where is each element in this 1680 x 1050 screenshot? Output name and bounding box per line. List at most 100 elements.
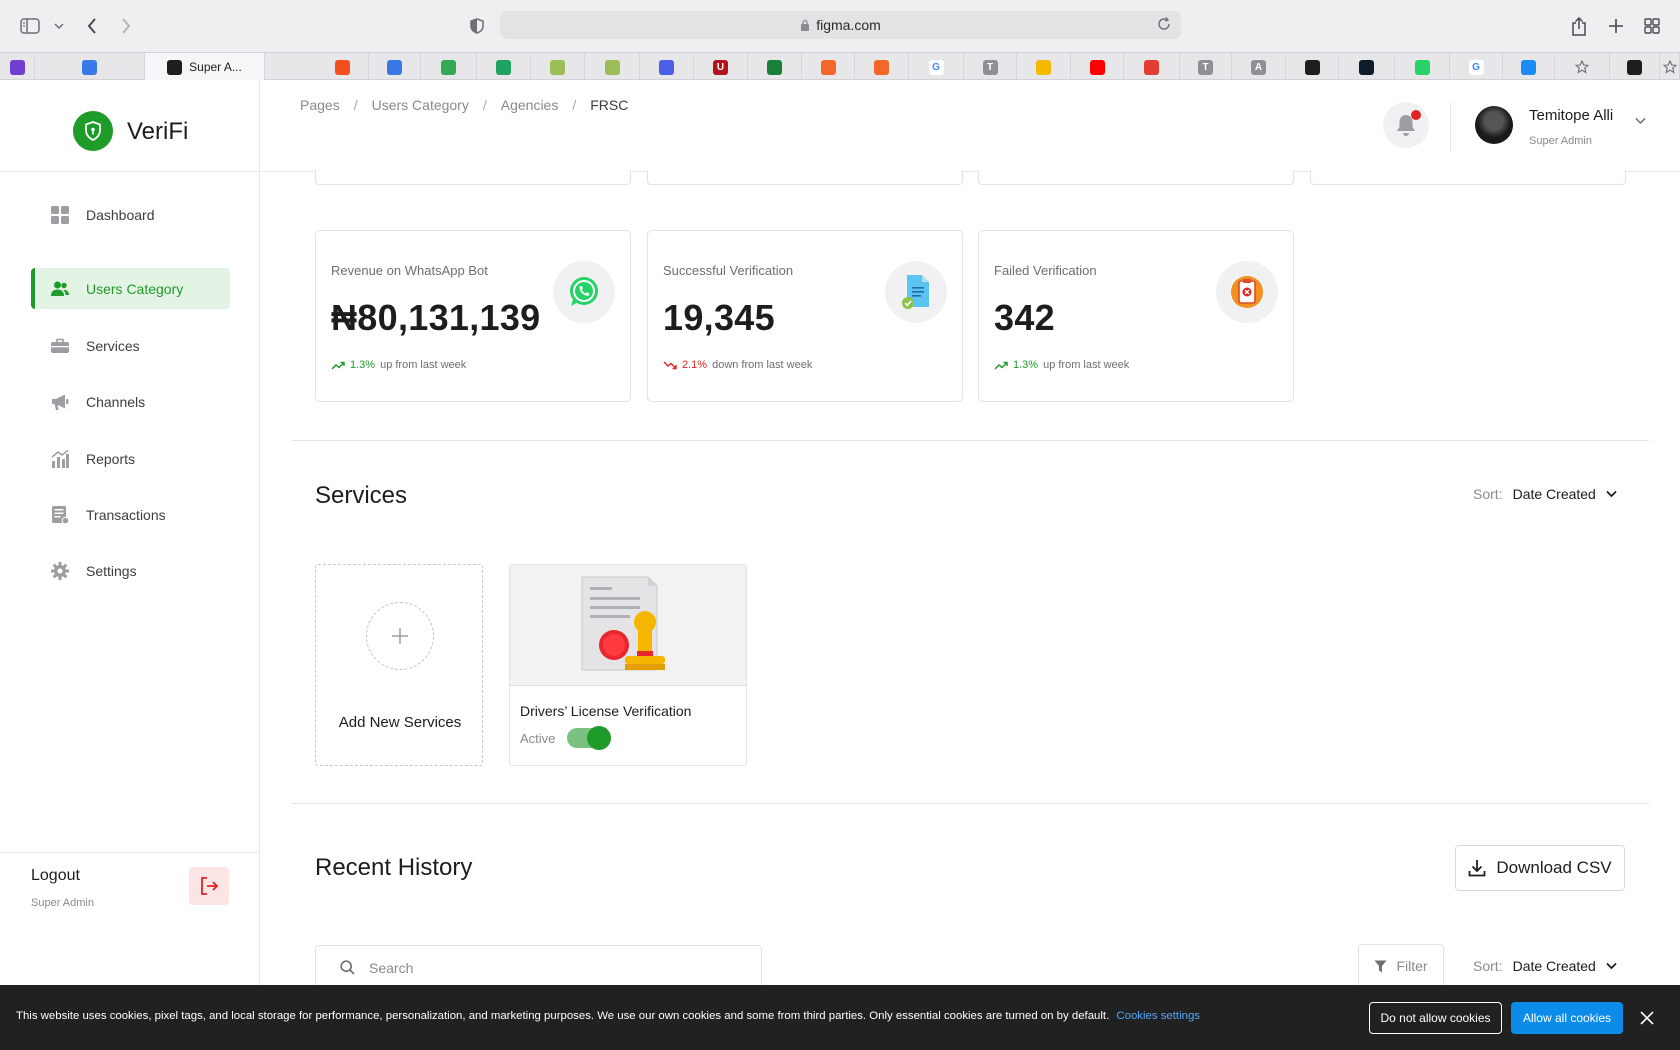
sidebar-item-reports[interactable]: Reports [31, 438, 230, 479]
breadcrumb-item[interactable]: Agencies [501, 97, 559, 113]
bookmark-item[interactable] [1555, 53, 1610, 81]
deny-cookies-button[interactable]: Do not allow cookies [1369, 1002, 1502, 1034]
bookmark-item[interactable] [421, 53, 477, 81]
bookmarks-bar: Super A... U G T T A G [0, 52, 1680, 81]
stat-value: 342 [994, 297, 1055, 338]
bookmark-item[interactable] [802, 53, 855, 81]
sidebar-item-services[interactable]: Services [31, 325, 230, 366]
receipt-icon [52, 506, 69, 524]
service-active-toggle[interactable] [567, 726, 611, 750]
history-search-box[interactable] [315, 945, 762, 989]
bookmark-item[interactable] [1124, 53, 1180, 81]
users-icon [51, 281, 69, 296]
bookmark-item[interactable] [1339, 53, 1395, 81]
bookmark-item[interactable] [1610, 53, 1660, 81]
bookmark-item[interactable]: T [964, 53, 1017, 81]
breadcrumb-item[interactable]: Pages [300, 97, 340, 113]
service-card-drivers-license[interactable]: Drivers’ License Verification Active [509, 564, 747, 766]
main-content: Revenue on WhatsApp Bot ₦80,131,139 1.3%… [292, 170, 1649, 1050]
bookmark-item[interactable]: A [1232, 53, 1286, 81]
trend-up-icon [994, 361, 1008, 369]
bookmark-item[interactable] [0, 53, 35, 81]
privacy-shield-icon[interactable] [465, 14, 489, 38]
filter-button[interactable]: Filter [1358, 944, 1444, 988]
app-name: VeriFi [127, 118, 189, 145]
recent-history-title: Recent History [315, 854, 473, 881]
notifications-button[interactable] [1383, 102, 1429, 148]
logout-button[interactable] [189, 867, 229, 905]
bookmark-item[interactable] [640, 53, 694, 81]
forward-arrow-icon[interactable] [114, 14, 138, 38]
bookmark-item[interactable] [1503, 53, 1555, 81]
bookmark-item[interactable] [1071, 53, 1124, 81]
stat-title: Failed Verification [994, 263, 1097, 278]
close-icon[interactable] [1638, 1009, 1656, 1027]
sidebar-item-dashboard[interactable]: Dashboard [31, 194, 230, 235]
download-csv-button[interactable]: Download CSV [1455, 845, 1625, 891]
breadcrumb-separator: / [353, 97, 358, 113]
stat-change: 1.3% [1013, 359, 1039, 371]
certificate-stamp-icon [581, 576, 665, 671]
logo-icon [604, 59, 620, 75]
stat-card-partial [978, 170, 1294, 185]
history-sort-dropdown[interactable]: Sort: Date Created [1473, 958, 1617, 974]
allow-cookies-button[interactable]: Allow all cookies [1511, 1002, 1623, 1034]
services-section-title: Services [315, 482, 408, 509]
bookmark-item[interactable] [1660, 53, 1680, 81]
bookmark-item[interactable] [531, 53, 585, 81]
download-csv-label: Download CSV [1496, 858, 1612, 877]
sidebar-item-users-category[interactable]: Users Category [31, 268, 230, 309]
tab-overview-icon[interactable] [1640, 14, 1664, 38]
logout-label[interactable]: Logout [31, 867, 80, 885]
sidebar-item-channels[interactable]: Channels [31, 381, 230, 422]
briefcase-icon [51, 338, 69, 353]
keep-icon [1036, 59, 1051, 75]
services-sort-dropdown[interactable]: Sort: Date Created [1473, 486, 1617, 502]
bookmark-item[interactable] [477, 53, 531, 81]
breadcrumb-item[interactable]: Users Category [372, 97, 469, 113]
cookies-settings-link[interactable]: Cookies settings [1116, 1010, 1200, 1022]
breadcrumb-separator: / [482, 97, 487, 113]
section-divider [292, 440, 1649, 441]
bookmark-item[interactable] [1286, 53, 1339, 81]
back-arrow-icon[interactable] [80, 14, 104, 38]
breadcrumb-current: FRSC [590, 97, 629, 113]
avatar[interactable] [1475, 106, 1513, 144]
bookmark-item[interactable]: U [694, 53, 748, 81]
sidebar-item-transactions[interactable]: Transactions [31, 494, 230, 535]
trend-down-icon [663, 361, 677, 369]
chevron-down-icon[interactable] [47, 14, 71, 38]
service-name: Drivers’ License Verification [520, 703, 692, 719]
bookmark-item[interactable]: T [1180, 53, 1232, 81]
bookmark-item[interactable] [316, 53, 369, 81]
bookmark-item[interactable] [35, 53, 145, 81]
search-icon [340, 960, 355, 975]
tab-label: Super A... [189, 60, 242, 74]
bookmark-item[interactable]: G [909, 53, 964, 81]
logo-icon [550, 59, 565, 75]
bookmark-item[interactable] [585, 53, 640, 81]
gear-icon [51, 562, 69, 580]
bookmark-item[interactable] [1017, 53, 1071, 81]
chevron-down-icon[interactable] [1635, 117, 1646, 125]
sidebar-toggle-icon[interactable] [18, 14, 42, 38]
t-icon: T [1198, 59, 1213, 75]
tab-active[interactable]: Super A... [145, 53, 265, 81]
bookmark-item[interactable] [369, 53, 421, 81]
notification-dot [1411, 110, 1421, 120]
figma-icon [1627, 59, 1642, 75]
search-input[interactable] [369, 958, 739, 978]
address-bar[interactable]: figma.com [500, 11, 1181, 39]
share-icon[interactable] [1567, 14, 1591, 38]
new-tab-icon[interactable] [1604, 14, 1628, 38]
bookmark-item[interactable]: G [1450, 53, 1503, 81]
bookmark-item[interactable] [855, 53, 909, 81]
add-new-service-card[interactable]: Add New Services [315, 564, 483, 766]
reload-icon[interactable] [1157, 17, 1171, 31]
stat-change-text: up from last week [1043, 359, 1130, 371]
bookmark-item[interactable] [748, 53, 802, 81]
sidebar-item-settings[interactable]: Settings [31, 550, 230, 591]
user-name[interactable]: Temitope Alli [1529, 107, 1613, 124]
globe-icon [659, 59, 674, 75]
bookmark-item[interactable] [1395, 53, 1450, 81]
